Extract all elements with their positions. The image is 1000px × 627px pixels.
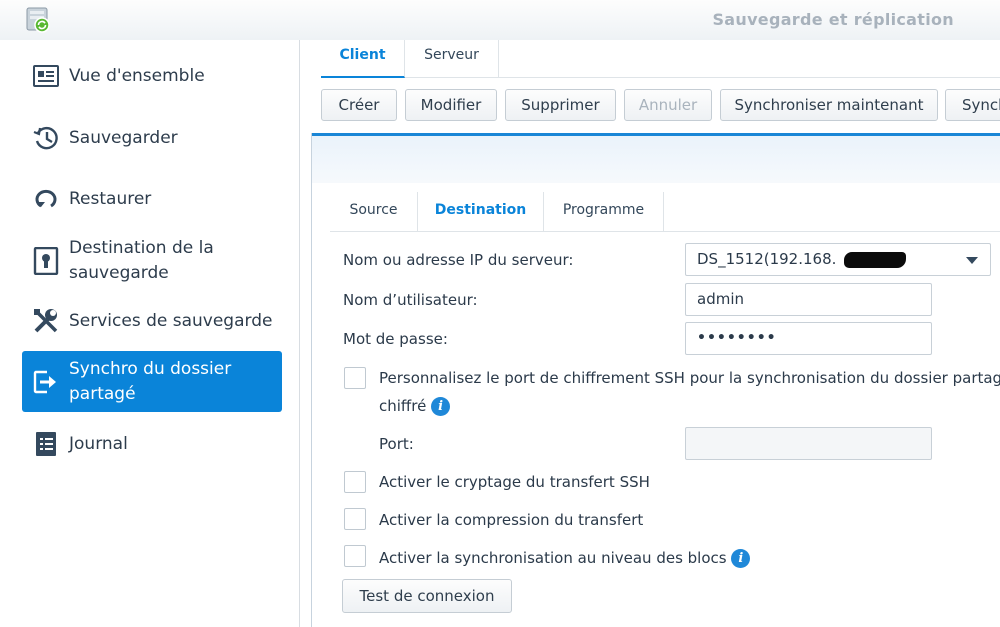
tab-server[interactable]: Serveur xyxy=(405,40,499,78)
info-icon[interactable]: i xyxy=(731,549,751,568)
sync-more-button[interactable]: Synch xyxy=(945,89,1000,121)
sidebar-item-label: Journal xyxy=(69,433,128,454)
server-label: Nom ou adresse IP du serveur: xyxy=(343,251,574,269)
info-icon[interactable]: i xyxy=(431,397,451,416)
sidebar-item-overview[interactable]: Vue d'ensemble xyxy=(22,60,282,92)
log-list-icon xyxy=(32,430,60,458)
ssh-port-option-label-line2: chiffré xyxy=(379,397,427,415)
block-sync-option-label: Activer la synchronisation au niveau des… xyxy=(379,549,751,568)
modify-button[interactable]: Modifier xyxy=(405,89,497,121)
sidebar-item-services[interactable]: Services de sauvegarde xyxy=(22,305,282,337)
sidebar-item-label: Restaurer xyxy=(69,188,152,209)
backup-app-icon xyxy=(26,7,50,33)
compression-checkbox[interactable] xyxy=(344,508,366,530)
ssh-port-option-label: Personnalisez le port de chiffrement SSH… xyxy=(379,369,1000,387)
ssh-encrypt-checkbox[interactable] xyxy=(344,471,366,493)
restore-arrow-icon xyxy=(32,185,60,213)
sync-folder-icon xyxy=(32,368,60,396)
username-field[interactable]: admin xyxy=(685,283,932,316)
sidebar-item-restore[interactable]: Restaurer xyxy=(22,183,282,215)
tab-source[interactable]: Source xyxy=(330,192,418,232)
sidebar-item-label: Synchro du dossier partagé xyxy=(69,359,232,404)
sidebar: Vue d'ensemble Sauvegarder Restaurer Des… xyxy=(0,40,300,627)
top-tab-bar: Client Serveur xyxy=(321,40,1000,78)
block-sync-checkbox[interactable] xyxy=(344,545,366,567)
ssh-port-option-label-cont: chiffré i xyxy=(379,397,451,416)
tab-schedule[interactable]: Programme xyxy=(544,192,664,232)
sidebar-item-shared-folder-sync[interactable]: Synchro du dossier partagé xyxy=(22,351,282,412)
sidebar-item-label: Sauvegarder xyxy=(69,127,178,148)
window-titlebar: Sauvegarde et réplication xyxy=(0,0,1000,40)
tab-destination[interactable]: Destination xyxy=(418,192,544,232)
password-field[interactable]: •••••••• xyxy=(685,322,932,355)
dialog-tab-bar: Source Destination Programme xyxy=(330,192,1000,232)
sidebar-item-destination[interactable]: Destination de la sauvegarde xyxy=(22,235,282,287)
dialog-header xyxy=(312,133,1000,183)
chevron-down-icon[interactable] xyxy=(966,257,978,264)
test-connection-button[interactable]: Test de connexion xyxy=(342,579,512,613)
tools-icon xyxy=(32,307,60,335)
tab-client[interactable]: Client xyxy=(321,40,405,78)
sync-now-button[interactable]: Synchroniser maintenant xyxy=(720,89,938,121)
destination-lock-icon xyxy=(32,247,60,275)
server-select[interactable]: DS_1512(192.168. xyxy=(685,243,991,276)
ssh-encrypt-option-label: Activer le cryptage du transfert SSH xyxy=(379,473,650,491)
history-clock-icon xyxy=(32,124,60,152)
port-label: Port: xyxy=(379,435,414,453)
sidebar-item-label: Vue d'ensemble xyxy=(69,65,205,86)
port-field[interactable] xyxy=(685,427,932,460)
sidebar-item-backup[interactable]: Sauvegarder xyxy=(22,122,282,154)
overview-card-icon xyxy=(32,62,60,90)
create-button[interactable]: Créer xyxy=(321,89,397,121)
sidebar-item-label: Services de sauvegarde xyxy=(69,310,273,331)
password-label: Mot de passe: xyxy=(343,330,448,348)
redaction-mark xyxy=(844,252,906,268)
sidebar-item-log[interactable]: Journal xyxy=(22,428,282,460)
block-sync-option-text: Activer la synchronisation au niveau des… xyxy=(379,549,727,567)
ssh-port-checkbox[interactable] xyxy=(344,367,366,389)
delete-button[interactable]: Supprimer xyxy=(505,89,616,121)
window-title: Sauvegarde et réplication xyxy=(712,10,954,29)
sidebar-item-label: Destination de la sauvegarde xyxy=(69,238,214,283)
cancel-button[interactable]: Annuler xyxy=(624,89,712,121)
username-label: Nom d’utilisateur: xyxy=(343,291,478,309)
server-select-value: DS_1512(192.168. xyxy=(697,250,837,268)
compression-option-label: Activer la compression du transfert xyxy=(379,511,644,529)
